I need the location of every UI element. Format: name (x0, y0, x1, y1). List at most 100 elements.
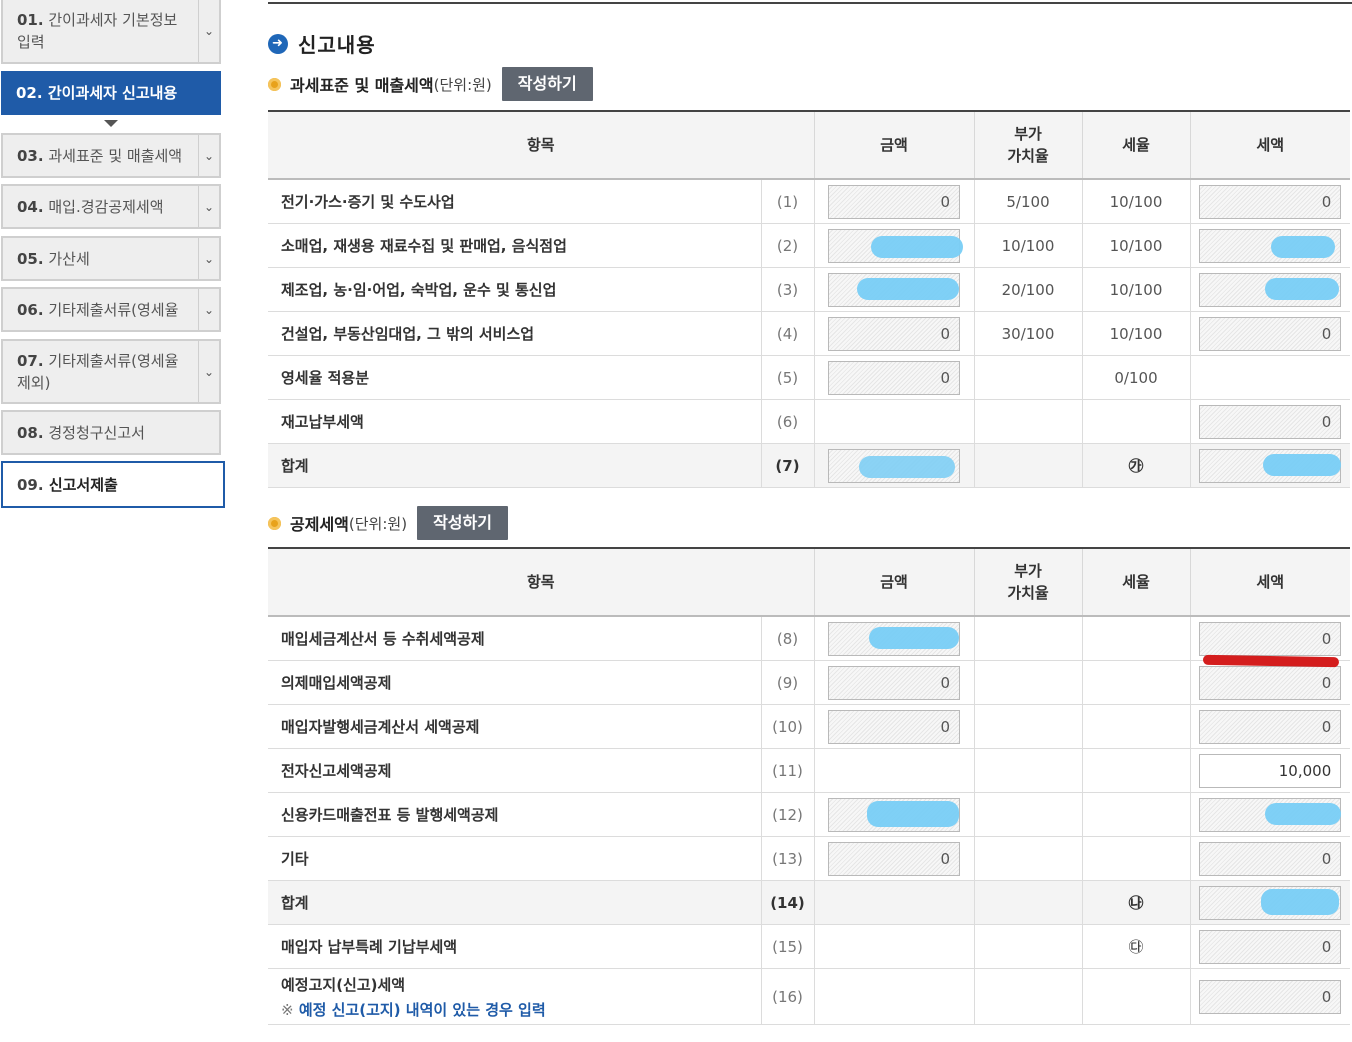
chevron-down-icon[interactable]: ⌄ (198, 341, 219, 402)
step-number: 09. (17, 475, 44, 494)
tax-rate-cell (1082, 660, 1191, 705)
header-amount: 금액 (814, 110, 975, 180)
sidebar-item-report-content[interactable]: 02. 간이과세자 신고내용 (1, 71, 221, 115)
sidebar-item-other-docs-excl[interactable]: 07. 기타제출서류(영세율 제외) ⌄ (1, 339, 221, 404)
sidebar-item-purchase-deduction[interactable]: 04. 매입.경감공제세액 ⌄ (1, 184, 221, 229)
row-label: 매입세금계산서 등 수취세액공제 (268, 616, 762, 661)
amount-cell-empty (814, 968, 975, 1025)
step-number: 07. (17, 351, 44, 370)
sidebar-item-text: 07. 기타제출서류(영세율 제외) (17, 341, 193, 402)
row-number: (15) (761, 924, 815, 969)
table-row-total: 합계 (14) ㉯ (268, 880, 1351, 925)
vat-rate-cell (974, 704, 1083, 749)
chevron-down-icon[interactable]: ⌄ (198, 135, 219, 176)
write-button-sales[interactable]: 작성하기 (501, 67, 593, 101)
note-mark-icon: ※ (281, 1000, 294, 1019)
row-label: 신용카드매출전표 등 발행세액공제 (268, 792, 762, 837)
redaction-mark (856, 278, 959, 300)
tax-rate-cell (1082, 968, 1191, 1025)
vat-rate-cell (974, 616, 1083, 661)
row-number: (13) (761, 836, 815, 881)
redaction-mark (1262, 454, 1341, 476)
amount-field: 0 (828, 316, 961, 351)
tax-rate-cell: ㉯ (1082, 880, 1191, 925)
sidebar-item-correction-claim[interactable]: 08. 경정청구신고서 (1, 410, 221, 455)
row-label: 기타 (268, 836, 762, 881)
header-item: 항목 (268, 110, 815, 180)
sidebar-item-text: 06. 기타제출서류(영세율 (17, 289, 193, 330)
sidebar-item-label: 간이과세자 신고내용 (47, 84, 178, 102)
sidebar-item-text: 02. 간이과세자 신고내용 (16, 72, 194, 114)
deduction-table: 항목 금액 부가 가치율 세율 세액 매입세금계산서 등 수취세액공제 (8) … (268, 547, 1351, 1025)
sidebar-item-submit[interactable]: 09. 신고서제출 (1, 461, 225, 508)
sidebar-item-other-docs-zero-rate[interactable]: 06. 기타제출서류(영세율 ⌄ (1, 287, 221, 332)
header-tax-rate: 세율 (1082, 110, 1191, 180)
vat-rate-cell (974, 399, 1083, 444)
row-label: 제조업, 농·임·어업, 숙박업, 운수 및 통신업 (268, 267, 762, 312)
tax-cell-empty (1190, 355, 1351, 400)
vat-rate-cell (974, 836, 1083, 881)
row-number: (3) (761, 267, 815, 312)
header-tax: 세액 (1190, 547, 1351, 617)
vat-rate-cell (974, 880, 1083, 925)
write-button-deduction[interactable]: 작성하기 (417, 506, 508, 540)
header-vat-rate: 부가 가치율 (974, 110, 1083, 180)
table-row: 예정고지(신고)세액 ※ 예정 신고(고지) 내역이 있는 경우 입력 (16)… (268, 968, 1351, 1025)
chevron-down-icon[interactable]: ⌄ (198, 0, 219, 62)
row-number: (7) (761, 443, 815, 488)
row-label: 매입자 납부특례 기납부세액 (268, 924, 762, 969)
sidebar-item-tax-base[interactable]: 03. 과세표준 및 매출세액 ⌄ (1, 133, 221, 178)
amount-cell-empty (814, 924, 975, 969)
redaction-mark (866, 801, 959, 827)
amount-cell-empty (814, 748, 975, 793)
sidebar-item-label: 가산세 (48, 249, 90, 268)
chevron-down-icon[interactable]: ⌄ (198, 238, 219, 279)
e-filing-credit-input[interactable]: 10,000 (1199, 753, 1342, 788)
row-label: 매입자발행세금계산서 세액공제 (268, 704, 762, 749)
vat-rate-cell: 20/100 (974, 267, 1083, 312)
row-label: 영세율 적용분 (268, 355, 762, 400)
bullet-icon (268, 516, 281, 530)
row-label: 건설업, 부동산임대업, 그 밖의 서비스업 (268, 311, 762, 356)
row-number: (8) (761, 616, 815, 661)
step-number: 02. (16, 84, 43, 102)
sidebar-item-basic-info[interactable]: 01. 간이과세자 기본정보 입력 ⌄ (1, 0, 221, 64)
table-row: 제조업, 농·임·어업, 숙박업, 운수 및 통신업 (3) 20/100 10… (268, 267, 1351, 312)
table-header-row: 항목 금액 부가 가치율 세율 세액 (268, 547, 1351, 617)
amount-field: 0 (828, 184, 961, 219)
sidebar-item-penalty-tax[interactable]: 05. 가산세 ⌄ (1, 236, 221, 281)
section-title-text: 공제세액 (290, 515, 349, 534)
prelim-note: ※ 예정 신고(고지) 내역이 있는 경우 입력 (281, 999, 761, 1020)
sidebar-item-text: 05. 가산세 (17, 238, 193, 279)
tax-field: 0 (1199, 184, 1342, 219)
row-number: (6) (761, 399, 815, 444)
amount-field: 0 (828, 665, 961, 700)
sidebar-item-label: 과세표준 및 매출세액 (48, 146, 183, 165)
tax-rate-cell: 0/100 (1082, 355, 1191, 400)
circled-mark: ㉯ (1128, 894, 1144, 912)
row-number: (14) (761, 880, 815, 925)
tax-field: 0 (1199, 621, 1342, 656)
row-number: (2) (761, 223, 815, 268)
row-label: 예정고지(신고)세액 ※ 예정 신고(고지) 내역이 있는 경우 입력 (268, 968, 762, 1025)
vat-rate-cell (974, 660, 1083, 705)
chevron-down-icon[interactable]: ⌄ (198, 186, 219, 227)
page-title: ➜ 신고내용 (268, 29, 376, 58)
row-label-text: 예정고지(신고)세액 (281, 975, 406, 994)
vat-rate-cell: 10/100 (974, 223, 1083, 268)
sidebar-item-label: 신고서제출 (48, 475, 118, 494)
sidebar-item-label: 기타제출서류(영세율 (48, 300, 179, 319)
sidebar-item-text: 01. 간이과세자 기본정보 입력 (17, 0, 193, 62)
vat-rate-cell (974, 924, 1083, 969)
tax-field: 0 (1199, 665, 1342, 700)
step-number: 08. (17, 423, 44, 442)
table-row: 기타 (13) 0 0 (268, 836, 1351, 881)
row-number: (1) (761, 179, 815, 224)
table-row: 재고납부세액 (6) 0 (268, 399, 1351, 444)
section-title-text: 과세표준 및 매출세액 (290, 76, 434, 95)
redaction-mark (1260, 889, 1339, 915)
tax-field: 0 (1199, 929, 1342, 964)
header-amount: 금액 (814, 547, 975, 617)
chevron-down-icon[interactable]: ⌄ (198, 289, 219, 330)
row-label: 합계 (268, 880, 762, 925)
